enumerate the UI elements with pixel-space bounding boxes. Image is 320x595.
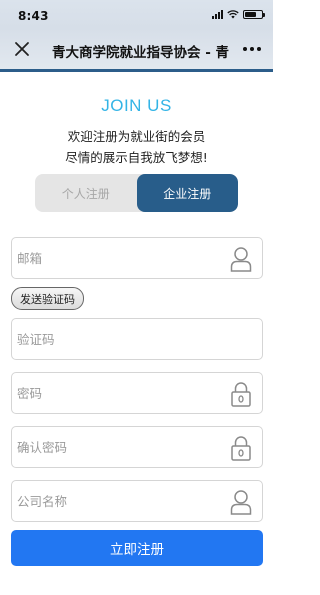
battery-icon	[243, 10, 265, 19]
tab-personal-registration[interactable]: 个人注册	[35, 174, 137, 212]
confirm-password-field	[11, 426, 263, 468]
status-time: 8:43	[18, 9, 49, 23]
lock-icon	[231, 436, 251, 461]
wifi-icon	[227, 10, 239, 19]
tab-company-registration[interactable]: 企业注册	[136, 174, 238, 212]
close-icon[interactable]	[12, 39, 32, 59]
password-input[interactable]	[17, 373, 217, 413]
user-icon	[230, 490, 252, 515]
email-field	[11, 237, 263, 279]
status-icons	[212, 10, 265, 19]
lock-icon	[231, 382, 251, 407]
nav-bar: 青大商学院就业指导协会 - 青	[0, 28, 273, 72]
subtitle-line-1: 欢迎注册为就业街的会员	[67, 129, 206, 144]
company-name-input[interactable]	[17, 481, 217, 521]
verification-code-field	[11, 318, 263, 360]
status-bar: 8:43	[0, 0, 273, 28]
more-icon[interactable]	[243, 42, 261, 56]
join-title: JOIN US	[101, 96, 172, 115]
send-code-button[interactable]: 发送验证码	[11, 287, 84, 310]
register-now-button[interactable]: 立即注册	[11, 530, 263, 566]
confirm-password-input[interactable]	[17, 427, 217, 467]
company-name-field	[11, 480, 263, 522]
verification-code-input[interactable]	[17, 319, 217, 359]
subtitle-line-2: 尽情的展示自我放飞梦想!	[65, 150, 208, 165]
registration-tabs: 个人注册 企业注册	[35, 174, 238, 212]
password-field	[11, 372, 263, 414]
user-icon	[230, 247, 252, 272]
signal-icon	[212, 10, 223, 19]
page-title: 青大商学院就业指导协会 - 青	[52, 45, 230, 61]
email-input[interactable]	[17, 238, 217, 278]
